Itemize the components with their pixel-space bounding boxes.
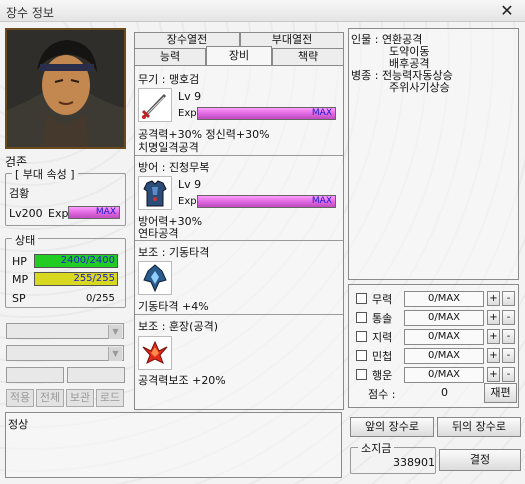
armor-header: 방어 : 진청무복: [138, 161, 210, 174]
aux1-header: 보조 : 기동타격: [138, 246, 210, 259]
mp-bar: 255/255: [34, 272, 118, 286]
stat-label: 민첩: [372, 350, 393, 363]
stat-minus-button[interactable]: -: [502, 291, 515, 306]
stat-value: 0/MAX: [404, 348, 484, 364]
tab-ability[interactable]: 능력: [134, 48, 206, 65]
stat-value: 0/MAX: [404, 310, 484, 326]
stat-plus-button[interactable]: +: [487, 329, 500, 344]
stat-minus-button[interactable]: -: [502, 367, 515, 382]
store-button[interactable]: 보관: [66, 389, 94, 407]
armor-effect-2: 연타공격: [138, 227, 179, 240]
chevron-down-icon: ▼: [108, 347, 122, 361]
stat-value: 0/MAX: [404, 291, 484, 307]
aux1-effect-1: 기동타격 +4%: [138, 300, 209, 313]
general-exp-bar: MAX: [68, 206, 120, 219]
close-icon: ✕: [500, 1, 514, 20]
gold-value: 338901: [393, 456, 435, 469]
reroll-button[interactable]: 재편: [484, 383, 517, 403]
status-title: 상태: [12, 232, 39, 248]
stat-plus-button[interactable]: +: [487, 348, 500, 363]
hp-value: 2400/2400: [60, 255, 115, 266]
weapon-exp-label: Exp: [178, 108, 197, 119]
weapon-header: 무기 : 맹호검: [138, 73, 200, 86]
all-button[interactable]: 전체: [36, 389, 64, 407]
unit-attribute-value: 검황: [9, 187, 30, 200]
stat-checkbox[interactable]: [356, 331, 367, 342]
window-title: 장수 정보: [6, 6, 54, 20]
message-panel: [5, 412, 342, 478]
title-bar: 장수 정보 ✕: [0, 0, 525, 22]
unit-attribute-title: [ 부대 속성 ]: [12, 166, 78, 182]
medal-icon: [142, 340, 168, 365]
hp-label: HP: [12, 255, 27, 268]
sp-label: SP: [12, 292, 26, 305]
status-message: 정상: [8, 418, 29, 431]
aux2-slot[interactable]: [138, 336, 172, 370]
aux2-header: 보조 : 훈장(공격): [138, 320, 219, 333]
tab-equipment[interactable]: 장비: [206, 46, 272, 65]
bio-line-5: 주위사기상승: [389, 81, 450, 94]
points-value: 0: [441, 386, 448, 399]
stat-minus-button[interactable]: -: [502, 310, 515, 325]
divider: [135, 155, 343, 156]
points-label: 점수 :: [368, 388, 396, 401]
sword-icon: [141, 93, 167, 119]
chevron-down-icon: ▼: [108, 325, 122, 339]
divider: [135, 240, 343, 241]
weapon-effect-2: 치명일격공격: [138, 141, 199, 154]
general-exp-max: MAX: [95, 207, 116, 217]
gold-label: 소지금: [358, 440, 395, 456]
next-general-button[interactable]: 뒤의 장수로: [437, 417, 521, 437]
armor-exp-label: Exp: [178, 196, 197, 207]
mp-label: MP: [12, 273, 29, 286]
armor-exp-max: MAX: [311, 196, 332, 206]
general-portrait: [5, 28, 126, 149]
armor-exp-bar: MAX: [197, 195, 336, 208]
hp-bar: 2400/2400: [34, 254, 118, 268]
combo-box-2[interactable]: ▼: [6, 345, 124, 361]
bio-panel: [348, 28, 519, 280]
stat-plus-button[interactable]: +: [487, 310, 500, 325]
stat-label: 행운: [372, 369, 393, 382]
aux1-slot[interactable]: [138, 261, 172, 295]
stat-minus-button[interactable]: -: [502, 348, 515, 363]
weapon-exp-bar: MAX: [197, 107, 336, 120]
stat-label: 지력: [372, 331, 393, 344]
load-button[interactable]: 로드: [96, 389, 124, 407]
tab-strategy[interactable]: 책략: [272, 48, 344, 65]
stat-value: 0/MAX: [404, 329, 484, 345]
stat-checkbox[interactable]: [356, 312, 367, 323]
mobility-strike-icon: [143, 264, 167, 293]
aux2-effect-1: 공격력보조 +20%: [138, 374, 226, 387]
prev-general-button[interactable]: 앞의 장수로: [350, 417, 434, 437]
stat-checkbox[interactable]: [356, 293, 367, 304]
divider: [135, 314, 343, 315]
armor-level: Lv 9: [178, 178, 202, 191]
stat-checkbox[interactable]: [356, 350, 367, 361]
stat-plus-button[interactable]: +: [487, 367, 500, 382]
armor-slot[interactable]: [138, 176, 172, 210]
general-level: Lv200: [9, 207, 43, 220]
sp-value: 0/255: [86, 293, 115, 304]
stat-label: 무력: [372, 293, 393, 306]
stat-minus-button[interactable]: -: [502, 329, 515, 344]
stat-plus-button[interactable]: +: [487, 291, 500, 306]
stat-label: 통솔: [372, 312, 393, 325]
mp-value: 255/255: [73, 273, 115, 284]
weapon-slot[interactable]: [138, 88, 172, 122]
empty-field-2[interactable]: [67, 367, 125, 383]
combo-box-1[interactable]: ▼: [6, 323, 124, 339]
armor-icon: [143, 180, 167, 207]
weapon-level: Lv 9: [178, 90, 202, 103]
confirm-button[interactable]: 결정: [439, 449, 521, 471]
empty-field-1[interactable]: [6, 367, 64, 383]
general-exp-label: Exp: [48, 207, 69, 220]
stat-checkbox[interactable]: [356, 369, 367, 380]
weapon-exp-max: MAX: [311, 108, 332, 118]
close-button[interactable]: ✕: [497, 2, 517, 20]
apply-button[interactable]: 적용: [6, 389, 34, 407]
stat-value: 0/MAX: [404, 367, 484, 383]
